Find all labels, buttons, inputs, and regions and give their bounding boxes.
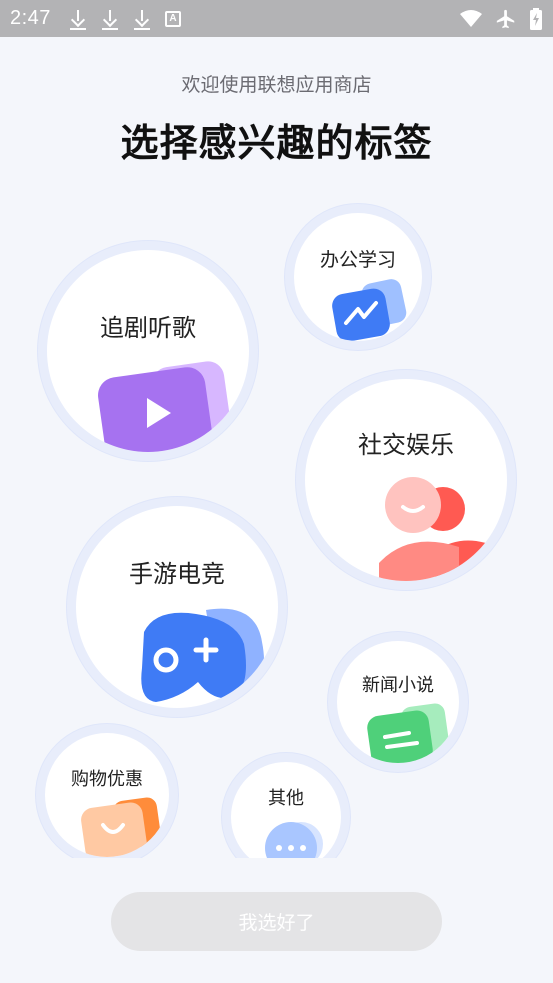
tag-other[interactable]: 其他 — [231, 762, 341, 872]
tag-drama-music[interactable]: 追剧听歌 — [47, 250, 249, 452]
play-icon — [98, 361, 230, 452]
download-icon — [133, 8, 151, 30]
chart-icon — [332, 279, 407, 341]
tag-mobile-games[interactable]: 手游电竞 — [76, 506, 278, 708]
system-icons — [459, 0, 543, 37]
tag-drama-music-label: 追剧听歌 — [100, 314, 196, 342]
tag-shopping-deals[interactable]: 购物优惠 — [45, 733, 169, 857]
gamepad-icon — [141, 608, 264, 702]
tag-shopping-deals-label: 购物优惠 — [71, 769, 143, 790]
status-time: 2:47 — [10, 7, 51, 29]
tag-office-study-label: 办公学习 — [319, 249, 396, 271]
tag-mobile-games-label: 手游电竞 — [129, 560, 225, 588]
app-store-notification-icon: A — [164, 10, 181, 27]
page-title: 选择感兴趣的标签 — [120, 121, 433, 165]
wifi-icon — [460, 9, 482, 27]
status-bar: 2:47 A — [0, 0, 553, 37]
battery-icon — [530, 7, 542, 30]
people-icon — [379, 477, 501, 581]
tag-social-entertainment-label: 社交娱乐 — [358, 431, 454, 459]
download-icon — [69, 8, 87, 30]
notification-icons: A — [69, 8, 181, 30]
document-icon — [367, 703, 449, 763]
tag-news-novels[interactable]: 新闻小说 — [337, 641, 459, 763]
tag-other-label: 其他 — [268, 788, 304, 809]
airplane-mode-icon — [496, 9, 515, 28]
tag-news-novels-label: 新闻小说 — [362, 675, 434, 696]
shopping-bag-icon — [81, 797, 161, 857]
tag-office-study[interactable]: 办公学习 — [294, 213, 422, 341]
tag-social-entertainment[interactable]: 社交娱乐 — [305, 379, 507, 581]
done-button[interactable]: 我选好了 — [111, 892, 442, 951]
download-icon — [101, 8, 119, 30]
welcome-text: 欢迎使用联想应用商店 — [181, 74, 372, 96]
